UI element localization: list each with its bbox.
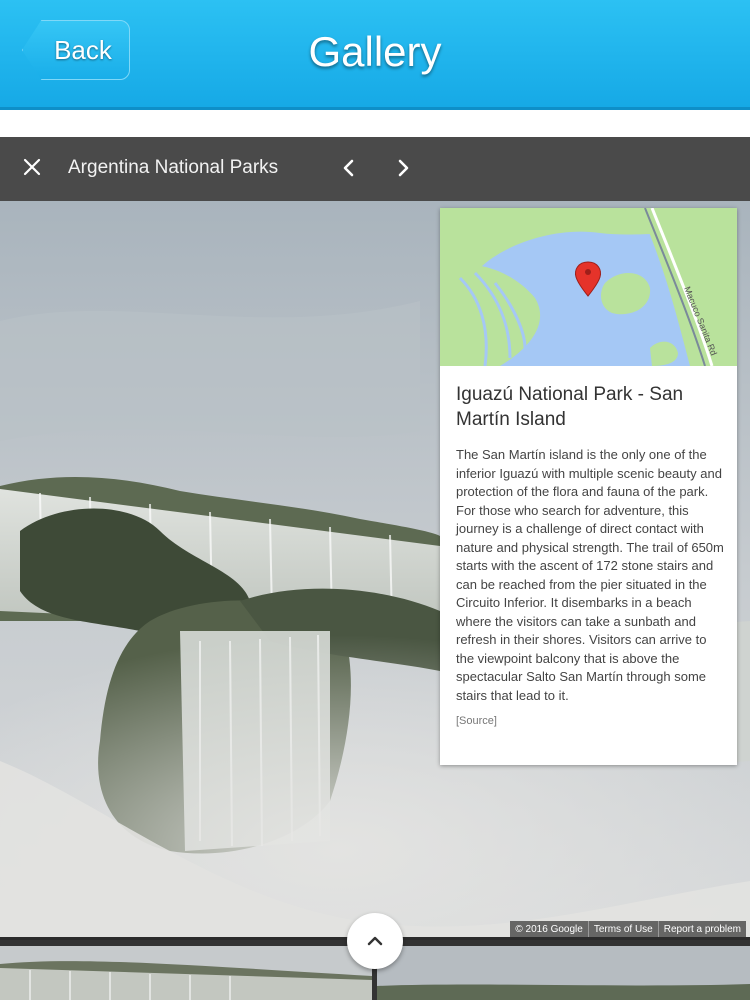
gallery-toolbar: Argentina National Parks (0, 137, 750, 201)
chevron-right-icon[interactable] (388, 151, 418, 185)
source-link[interactable]: [Source] (456, 715, 726, 727)
location-map[interactable]: Macuco Sanita Rd (440, 208, 737, 366)
close-icon[interactable] (18, 153, 46, 181)
place-description: The San Martín island is the only one of… (456, 447, 724, 703)
app-header: Back Gallery (0, 0, 750, 110)
chevron-up-icon[interactable] (347, 913, 403, 969)
page-title: Gallery (308, 28, 442, 75)
place-title: Iguazú National Park - San Martín Island (456, 384, 684, 430)
gallery-title: Argentina National Parks (68, 157, 279, 178)
chevron-left-icon[interactable] (334, 151, 364, 185)
thumbnail-2[interactable] (377, 946, 750, 1000)
thumbnail-1[interactable] (0, 946, 372, 1000)
info-card: Macuco Sanita Rd Iguazú National Park - … (440, 208, 737, 765)
